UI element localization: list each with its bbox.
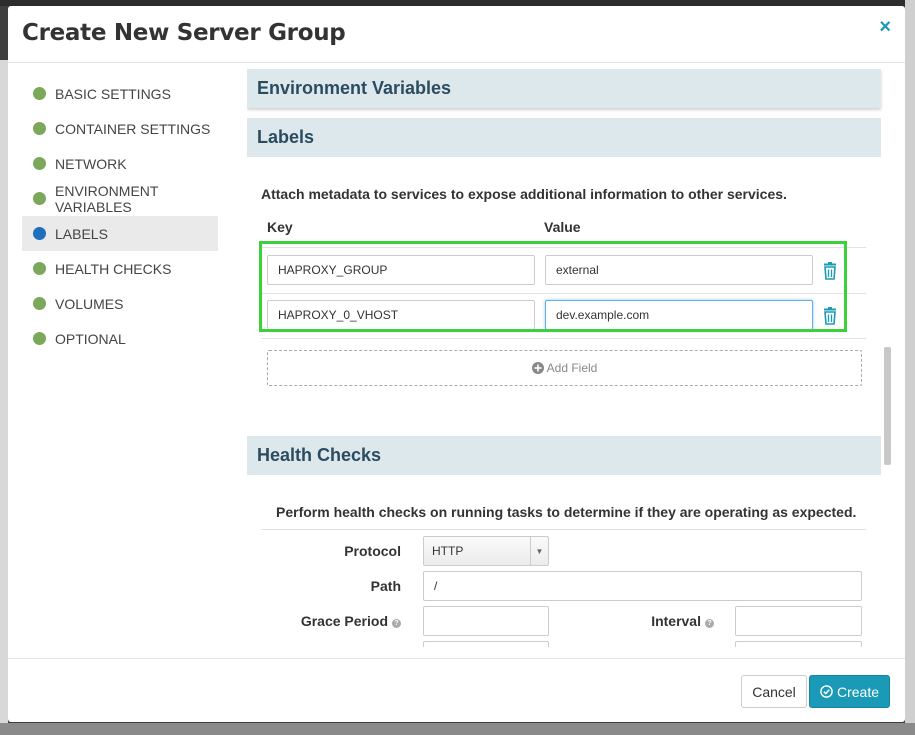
check-circle-icon xyxy=(820,685,833,698)
sidebar-item-volumes[interactable]: VOLUMES xyxy=(22,286,218,321)
sidebar-item-label: ENVIRONMENT VARIABLES xyxy=(55,182,159,215)
next-field-input[interactable] xyxy=(735,641,862,647)
grace-period-label: Grace Period? xyxy=(277,613,401,629)
cancel-button[interactable]: Cancel xyxy=(741,675,807,708)
next-field-input[interactable] xyxy=(423,641,549,647)
plus-circle-icon xyxy=(531,362,544,374)
background-page-left xyxy=(0,60,8,735)
close-icon: × xyxy=(879,16,891,38)
status-dot-icon xyxy=(33,87,46,100)
row-divider xyxy=(261,529,866,530)
sidebar-item-label: LABELS xyxy=(55,225,108,242)
sidebar-item-label: HEALTH CHECKS xyxy=(55,260,172,277)
background-page-bottom xyxy=(0,723,915,735)
sidebar-item-label: BASIC SETTINGS xyxy=(55,85,171,102)
sidebar-item-label: VOLUMES xyxy=(55,295,124,312)
protocol-label: Protocol xyxy=(344,543,401,559)
status-dot-icon xyxy=(33,157,46,170)
labels-description: Attach metadata to services to expose ad… xyxy=(261,186,787,202)
modal-title: Create New Server Group xyxy=(22,20,346,46)
sidebar-item-label: CONTAINER SETTINGS xyxy=(55,120,211,137)
form-content[interactable]: Environment Variables Labels Attach meta… xyxy=(247,69,885,647)
sidebar-item-labels[interactable]: LABELS xyxy=(22,216,218,251)
key-column-header: Key xyxy=(267,219,293,235)
sidebar-item-label: NETWORK xyxy=(55,155,127,172)
status-dot-icon xyxy=(33,227,46,240)
section-header-labels[interactable]: Labels xyxy=(247,118,881,157)
status-dot-icon xyxy=(33,192,46,205)
sidebar-item-optional[interactable]: OPTIONAL xyxy=(22,321,218,356)
add-field-button[interactable]: Add Field xyxy=(267,350,862,386)
help-icon[interactable]: ? xyxy=(705,619,714,628)
interval-input[interactable] xyxy=(735,606,862,636)
grace-period-label-text: Grace Period xyxy=(300,613,388,629)
protocol-select[interactable]: HTTP ▼ xyxy=(423,536,549,566)
sidebar-item-network[interactable]: NETWORK xyxy=(22,146,218,181)
chevron-down-icon: ▼ xyxy=(530,537,548,565)
value-column-header: Value xyxy=(544,219,581,235)
section-header-environment-variables[interactable]: Environment Variables xyxy=(247,69,881,108)
create-button[interactable]: Create xyxy=(809,675,890,708)
sidebar-item-label: OPTIONAL xyxy=(55,330,126,347)
status-dot-icon xyxy=(33,262,46,275)
interval-label-text: Interval xyxy=(651,613,701,629)
modal-footer: Cancel Create xyxy=(8,658,905,722)
health-checks-description: Perform health checks on running tasks t… xyxy=(276,504,857,520)
row-divider xyxy=(261,338,866,339)
status-dot-icon xyxy=(33,122,46,135)
help-icon[interactable]: ? xyxy=(392,619,401,628)
create-server-group-modal: Create New Server Group × BASIC SETTINGS… xyxy=(8,6,905,722)
sidebar-nav: BASIC SETTINGS CONTAINER SETTINGS NETWOR… xyxy=(22,76,218,356)
scrollbar-thumb[interactable] xyxy=(884,347,891,465)
highlight-box xyxy=(259,241,847,332)
add-field-label: Add Field xyxy=(546,361,598,375)
background-page-right xyxy=(905,0,915,735)
close-button[interactable]: × xyxy=(879,16,891,39)
sidebar-item-basic-settings[interactable]: BASIC SETTINGS xyxy=(22,76,218,111)
sidebar-item-container-settings[interactable]: CONTAINER SETTINGS xyxy=(22,111,218,146)
protocol-selected-value: HTTP xyxy=(432,544,464,558)
status-dot-icon xyxy=(33,332,46,345)
grace-period-input[interactable] xyxy=(423,606,549,636)
interval-label: Interval? xyxy=(627,613,714,629)
section-header-health-checks[interactable]: Health Checks xyxy=(247,436,881,475)
sidebar-item-environment-variables[interactable]: ENVIRONMENT VARIABLES xyxy=(22,181,218,216)
path-label: Path xyxy=(370,578,401,594)
status-dot-icon xyxy=(33,297,46,310)
modal-header: Create New Server Group × xyxy=(8,6,905,63)
path-input[interactable]: / xyxy=(423,571,862,601)
sidebar-item-health-checks[interactable]: HEALTH CHECKS xyxy=(22,251,218,286)
create-button-label: Create xyxy=(836,683,880,700)
